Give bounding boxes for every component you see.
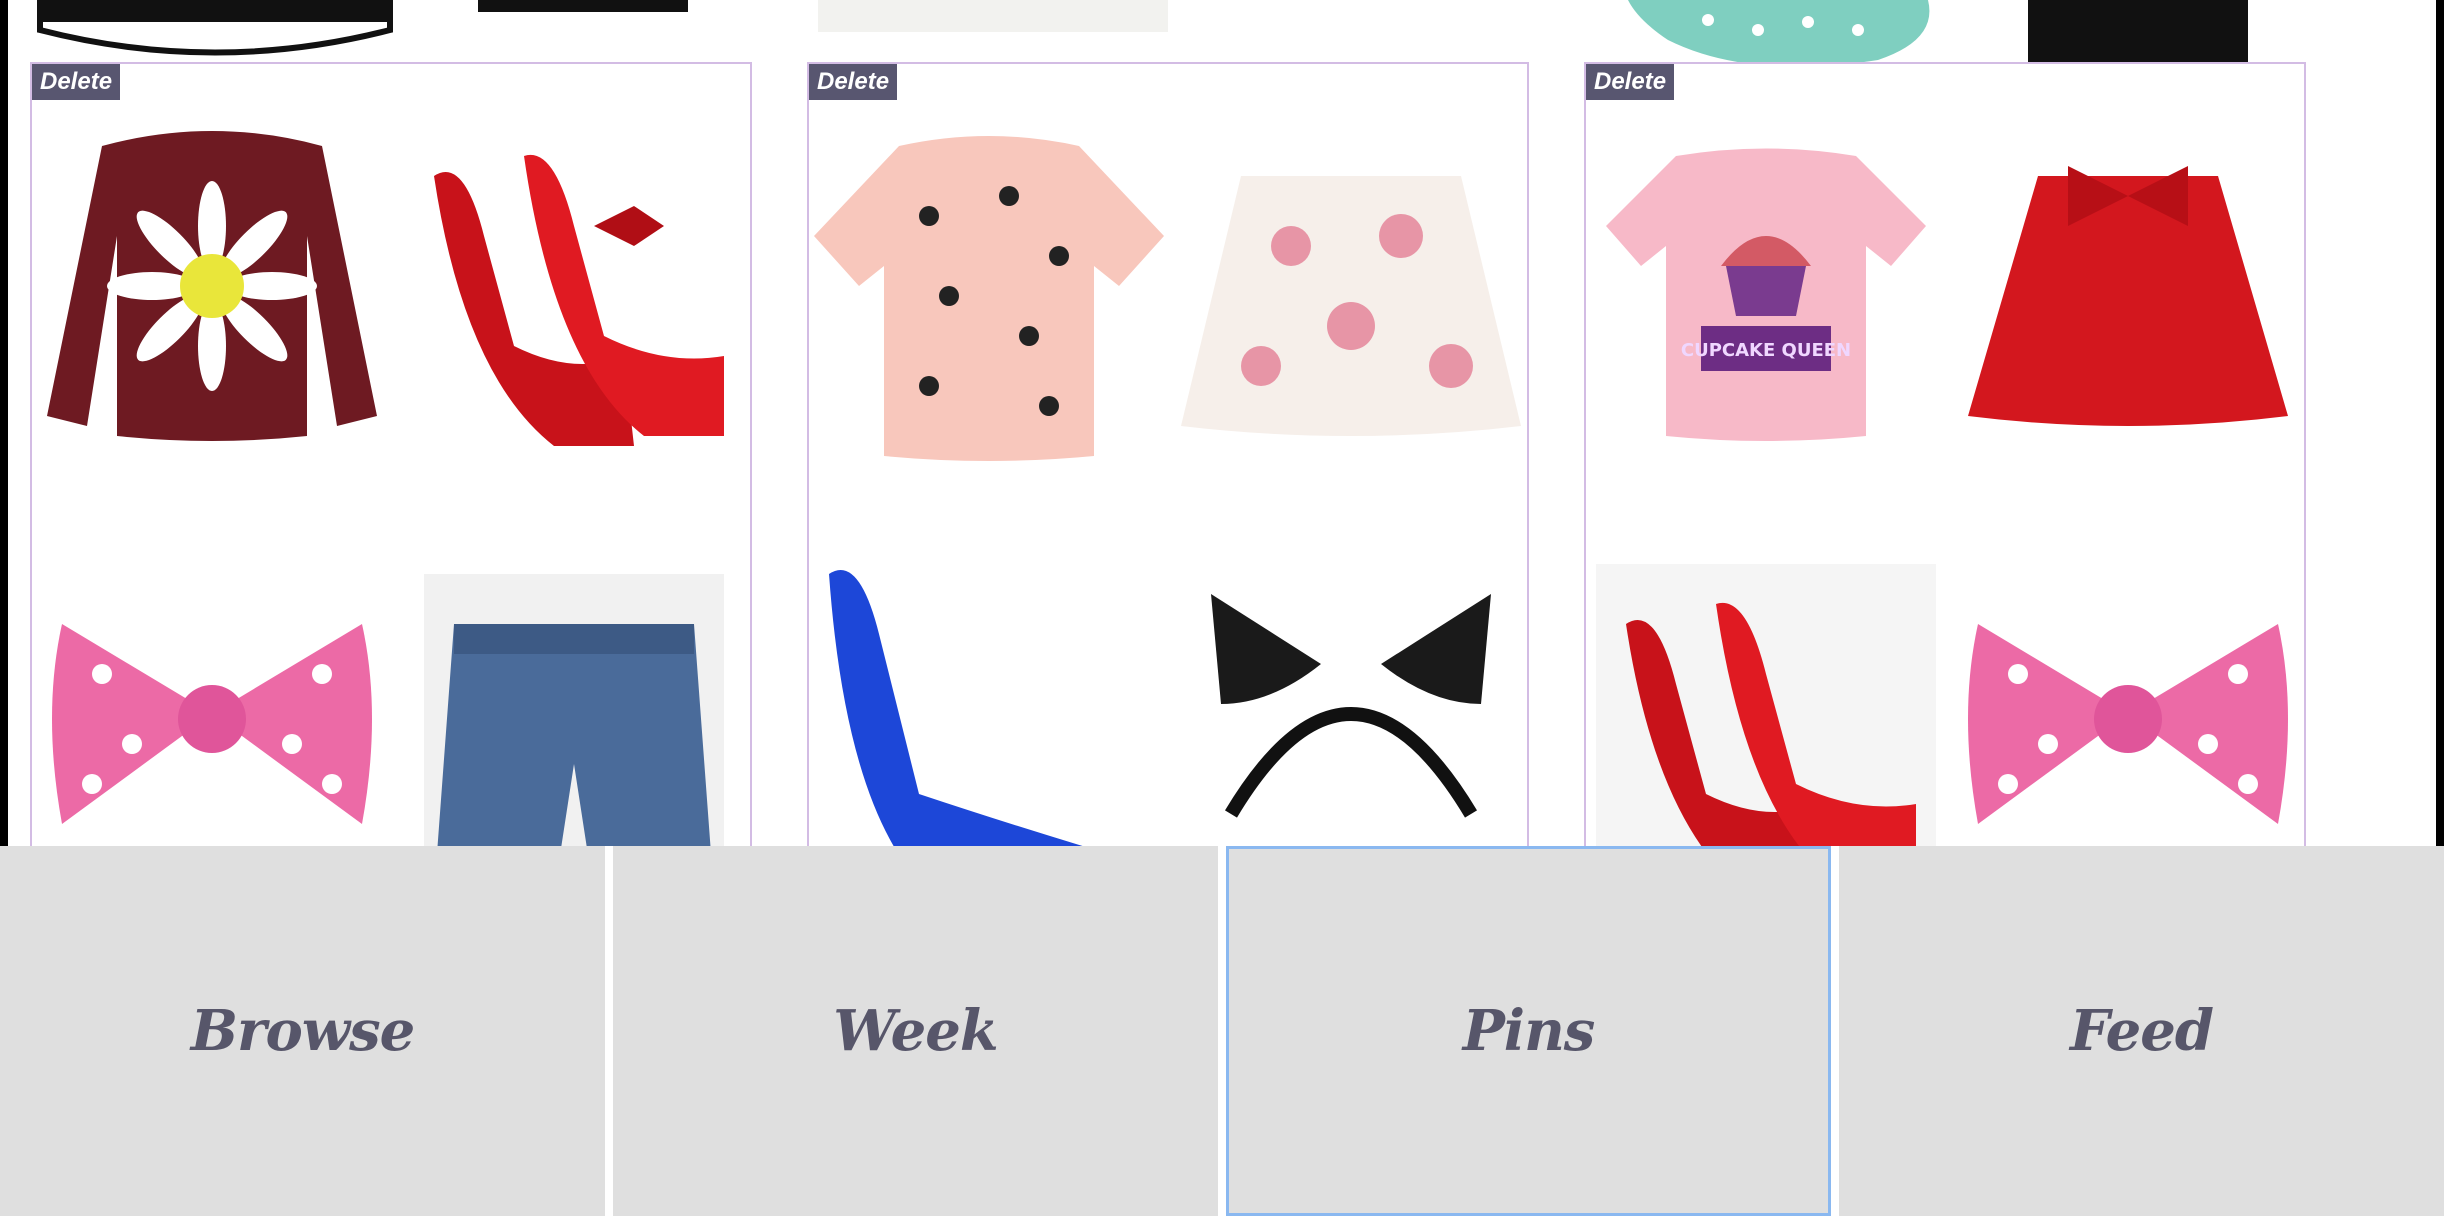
nav-browse-label: Browse [190,998,416,1064]
cupcake-queen-tee: CUPCAKE QUEEN [1586,106,1946,466]
black-lace-cat-ears [1171,554,1527,846]
maroon-daisy-sweatshirt [32,106,392,466]
outfit-card-2: Delete [807,62,1529,846]
nav-week[interactable]: Week [613,846,1218,1216]
nav-browse[interactable]: Browse [0,846,605,1216]
red-bow-wedge-heels-2 [1586,554,1946,846]
window-edge [2436,0,2444,846]
nav-feed[interactable]: Feed [1839,846,2444,1216]
nav-feed-label: Feed [2069,998,2214,1064]
delete-button[interactable]: Delete [32,64,121,100]
red-bow-skater-skirt [1948,106,2304,466]
prev-outfit-light-item [808,0,1178,62]
outfit-feed: Delete Delete Delete CUPCAKE QUEEN [8,0,2436,846]
bottom-nav: Browse Week Pins Feed [0,846,2444,1216]
blue-suede-pumps [809,554,1169,846]
pink-bulldog-print-tee [809,106,1169,466]
delete-button[interactable]: Delete [1586,64,1675,100]
delete-button[interactable]: Delete [809,64,898,100]
prev-outfit-black-item [468,0,698,62]
denim-shorts [394,554,750,846]
prev-outfit-teal-heel [1628,0,1958,62]
prev-outfit-striped-top [30,0,400,62]
outfit-card-1: Delete [30,62,752,846]
nav-pins-label: Pins [1462,998,1596,1064]
outfit-card-3: Delete CUPCAKE QUEEN [1584,62,2306,846]
red-bow-wedge-heels [394,106,750,466]
floral-pleated-skirt [1171,106,1527,466]
nav-week-label: Week [833,998,998,1064]
pink-polka-dot-bow-2 [1948,554,2304,846]
cupcake-queen-text: CUPCAKE QUEEN [1681,340,1851,361]
pink-polka-dot-bow [32,554,392,846]
nav-pins[interactable]: Pins [1226,846,1831,1216]
